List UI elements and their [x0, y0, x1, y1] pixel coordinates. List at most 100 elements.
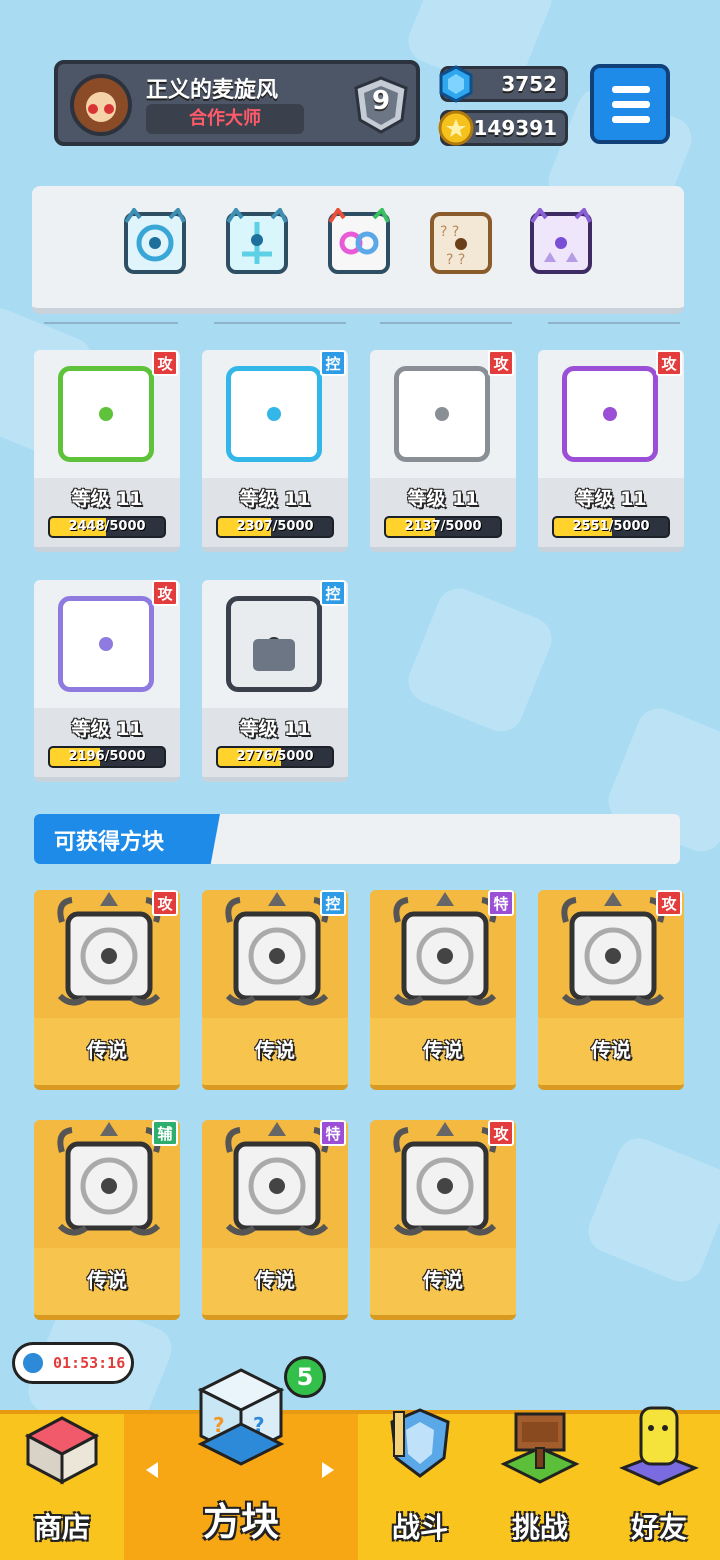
nav-dice-label: 方块 — [202, 1500, 279, 1544]
player-title: 合作大师 — [146, 104, 304, 134]
legend-die-card[interactable]: 控 传说 — [202, 890, 348, 1090]
bottom-nav: 商店 ? ? 方块 战斗 挑战 好友 — [0, 1368, 720, 1560]
divider — [214, 322, 346, 324]
die-progress-bar: 2196/5000 — [48, 746, 166, 768]
battle-icon — [390, 1408, 450, 1478]
owned-die-card[interactable]: 攻 等级 11 2137/5000 — [370, 350, 516, 552]
rarity-label: 传说 — [423, 1038, 463, 1062]
clock-icon — [21, 1351, 45, 1375]
die-level: 等级 11 — [71, 718, 143, 740]
legend-die-card[interactable]: 特 传说 — [370, 890, 516, 1090]
player-profile-panel[interactable]: 正义的麦旋风 合作大师 9 — [54, 60, 420, 146]
nav-shop[interactable]: 商店 — [0, 1414, 124, 1560]
moon-legend-die-icon — [57, 1122, 161, 1236]
gem-counter[interactable]: 3752 — [439, 65, 568, 103]
die-type-badge: 攻 — [152, 580, 178, 606]
die-type-badge: 特 — [320, 1120, 346, 1146]
player-name: 正义的麦旋风 — [146, 78, 279, 103]
die-type-badge: 控 — [320, 890, 346, 916]
shop-icon — [24, 1416, 100, 1485]
dice-notification-badge: 5 — [284, 1356, 326, 1398]
challenge-sign-icon — [500, 1412, 580, 1484]
die-type-badge: 攻 — [152, 890, 178, 916]
nav-battle-label: 战斗 — [391, 1511, 448, 1544]
die-type-badge: 攻 — [656, 890, 682, 916]
nav-friends[interactable]: 好友 — [598, 1406, 720, 1560]
divider — [44, 322, 178, 324]
blue-vortex-die-icon[interactable] — [120, 208, 190, 278]
nav-battle[interactable]: 战斗 — [358, 1408, 482, 1560]
available-dice-tab: 可获得方块 — [34, 814, 220, 864]
legend-die-card[interactable]: 辅 传说 — [34, 1120, 180, 1320]
nav-challenge[interactable]: 挑战 — [482, 1412, 598, 1560]
die-type-badge: 控 — [320, 350, 346, 376]
die-progress-bar: 2776/5000 — [216, 746, 334, 768]
rank-badge: 9 — [352, 76, 410, 134]
legend-die-card[interactable]: 攻 传说 — [370, 1120, 516, 1320]
rarity-label: 传说 — [423, 1268, 463, 1292]
available-dice-title: 可获得方块 — [54, 830, 165, 855]
pentagram-legend-die-icon — [393, 892, 497, 1006]
lock-icon — [253, 639, 295, 671]
die-progress-text: 2776/5000 — [236, 749, 314, 764]
rarity-label: 传说 — [591, 1038, 631, 1062]
owned-die-card[interactable]: 攻 等级 11 2551/5000 — [538, 350, 684, 552]
divider — [548, 322, 680, 324]
die-type-badge: 特 — [488, 890, 514, 916]
die-progress-bar: 2307/5000 — [216, 516, 334, 538]
nav-next-arrow[interactable] — [322, 1462, 334, 1478]
mystery-question-die-icon[interactable]: ? ? ? ? — [426, 208, 496, 278]
coin-count: 149391 — [473, 116, 558, 140]
legend-die-card[interactable]: 攻 传说 — [34, 890, 180, 1090]
die-level: 等级 11 — [239, 718, 311, 740]
demon-legend-die-icon — [225, 1122, 329, 1236]
timer-text: 01:53:16 — [53, 1354, 126, 1372]
atom-legend-die-icon — [561, 892, 665, 1006]
gem-count: 3752 — [501, 72, 557, 96]
splash-legend-die-icon — [225, 892, 329, 1006]
legend-die-card[interactable]: 攻 传说 — [538, 890, 684, 1090]
coin-icon — [438, 110, 474, 146]
die-face-icon — [58, 366, 154, 462]
die-progress-text: 2137/5000 — [404, 519, 482, 534]
owned-die-card[interactable]: 控 等级 11 2307/5000 — [202, 350, 348, 552]
die-type-badge: 攻 — [488, 350, 514, 376]
dice-box-icon: ? ? — [197, 1368, 285, 1466]
nav-shop-label: 商店 — [33, 1511, 90, 1544]
owned-die-card[interactable]: 攻 等级 11 2196/5000 — [34, 580, 180, 782]
blackhole-legend-die-icon — [393, 1122, 497, 1236]
nav-challenge-label: 挑战 — [511, 1511, 568, 1544]
available-dice-header: 可获得方块 — [34, 814, 680, 864]
rank-number: 9 — [371, 86, 391, 116]
vortex-legend-die-icon — [57, 892, 161, 1006]
svg-text:? ?: ? ? — [446, 252, 465, 268]
die-face-icon — [562, 366, 658, 462]
die-face-icon — [58, 596, 154, 692]
die-level: 等级 11 — [407, 488, 479, 510]
cyan-crystal-die-icon[interactable] — [222, 208, 292, 278]
owned-die-card[interactable]: 控 等级 11 2776/5000 — [202, 580, 348, 782]
nav-prev-arrow[interactable] — [146, 1462, 158, 1478]
friends-icon — [619, 1406, 699, 1486]
svg-text:? ?: ? ? — [440, 224, 459, 240]
die-progress-text: 2196/5000 — [68, 749, 146, 764]
rarity-label: 传说 — [255, 1038, 295, 1062]
die-level: 等级 11 — [71, 488, 143, 510]
die-progress-text: 2551/5000 — [572, 519, 650, 534]
nav-friends-label: 好友 — [630, 1511, 687, 1544]
owned-die-card[interactable]: 攻 等级 11 2448/5000 — [34, 350, 180, 552]
coin-counter[interactable]: 149391 — [438, 110, 568, 146]
rainbow-infinity-die-icon[interactable] — [324, 208, 394, 278]
die-progress-bar: 2137/5000 — [384, 516, 502, 538]
nav-dice[interactable]: ? ? 方块 — [124, 1368, 358, 1560]
die-type-badge: 攻 — [656, 350, 682, 376]
rarity-label: 传说 — [87, 1268, 127, 1292]
menu-button[interactable] — [590, 64, 670, 144]
divider — [380, 322, 512, 324]
legend-die-card[interactable]: 特 传说 — [202, 1120, 348, 1320]
rarity-label: 传说 — [87, 1038, 127, 1062]
purple-arrow-die-icon[interactable] — [526, 208, 596, 278]
die-progress-text: 2307/5000 — [236, 519, 314, 534]
monkey-avatar-icon — [70, 74, 132, 136]
gem-icon — [439, 65, 473, 103]
